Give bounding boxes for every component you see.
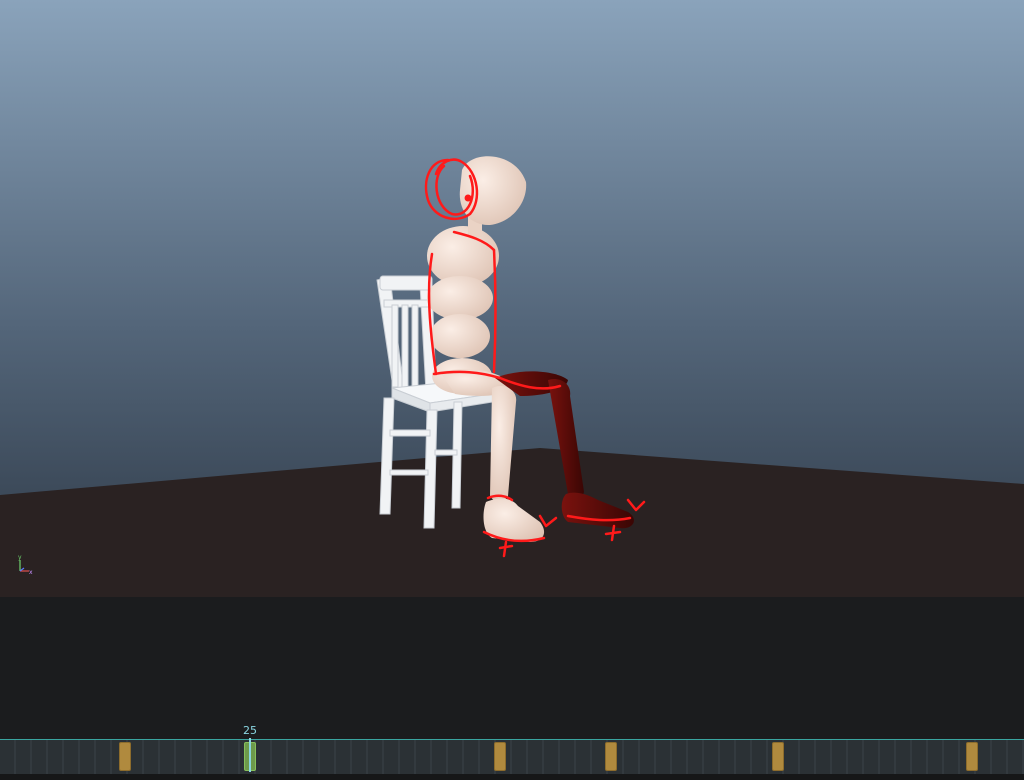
keyframe-marker[interactable] (772, 742, 784, 771)
mannequin-rib[interactable] (427, 276, 493, 320)
viewport-scene (0, 0, 1024, 597)
axis-gizmo: y x (15, 554, 39, 580)
current-frame-label: 25 (243, 724, 257, 737)
timeline-footer (0, 774, 1024, 780)
keyframe-marker[interactable] (494, 742, 506, 771)
time-slider[interactable] (0, 739, 1024, 774)
axis-label-y: y (18, 554, 22, 561)
axis-label-x: x (29, 569, 33, 576)
3d-viewport[interactable] (0, 0, 1024, 597)
playhead[interactable] (249, 738, 251, 772)
mannequin-abdomen[interactable] (430, 314, 490, 358)
keyframe-marker[interactable] (605, 742, 617, 771)
keyframe-marker[interactable] (119, 742, 131, 771)
keyframe-marker[interactable] (966, 742, 978, 771)
